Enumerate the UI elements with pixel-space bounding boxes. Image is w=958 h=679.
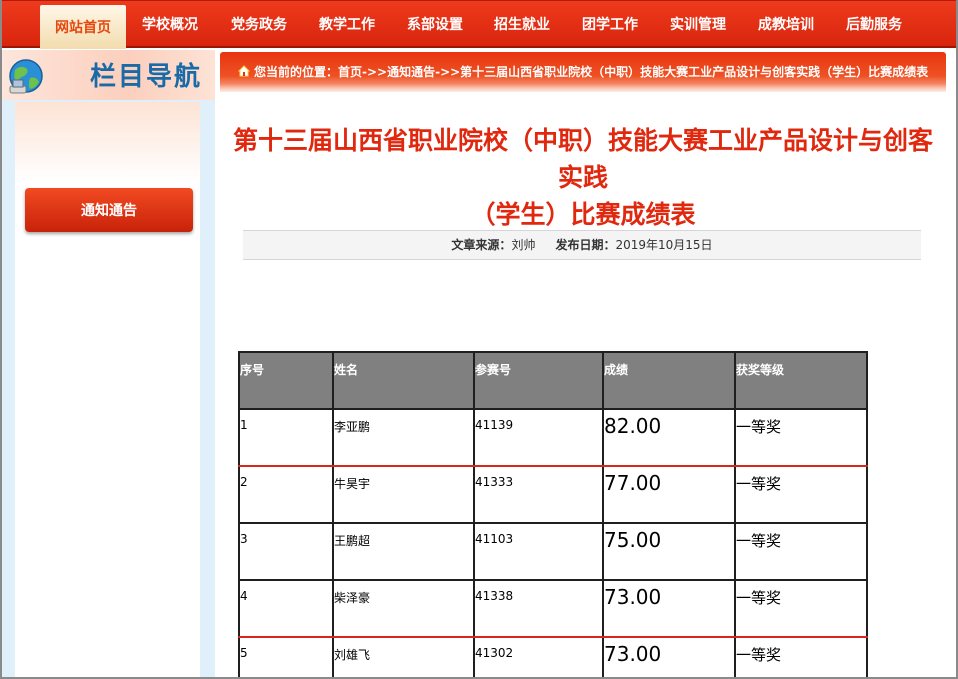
breadcrumb: 您当前的位置：首页->>通知通告->>第十三届山西省职业院校（中职）技能大赛工业… <box>220 52 946 92</box>
cell-score: 73.00 <box>602 579 736 638</box>
article-meta: 文章来源：刘帅 发布日期：2019年10月15日 <box>243 230 921 260</box>
nav-home-tab[interactable]: 网站首页 <box>40 5 126 49</box>
table-header-row: 序号 姓名 参赛号 成绩 获奖等级 <box>238 351 868 410</box>
nav-item-teaching[interactable]: 教学工作 <box>319 1 375 49</box>
page-title-line-1: 第十三届山西省职业院校（中职）技能大赛工业产品设计与创客实践 <box>232 126 933 192</box>
nav-item-party-affairs[interactable]: 党务政务 <box>231 1 287 49</box>
cell-name: 柴泽豪 <box>332 579 475 638</box>
nav-item-student-work[interactable]: 团学工作 <box>582 1 638 49</box>
source-label: 文章来源： <box>451 238 512 252</box>
cell-serial: 4 <box>238 579 334 638</box>
cell-serial: 1 <box>238 408 334 467</box>
cell-award: 一等奖 <box>734 636 868 679</box>
sidebar-header: 栏目导航 <box>0 50 215 100</box>
nav-item-school-overview[interactable]: 学校概况 <box>142 1 198 49</box>
cell-entry-number: 41333 <box>473 465 604 524</box>
sidebar: 栏目导航 通知通告 <box>0 50 215 679</box>
header-score: 成绩 <box>602 351 736 410</box>
cell-award: 一等奖 <box>734 522 868 581</box>
cell-entry-number: 41103 <box>473 522 604 581</box>
table-row: 3 王鹏超 41103 75.00 一等奖 <box>238 522 868 581</box>
cell-award: 一等奖 <box>734 579 868 638</box>
cell-award: 一等奖 <box>734 465 868 524</box>
header-name: 姓名 <box>332 351 475 410</box>
breadcrumb-text[interactable]: 您当前的位置：首页->>通知通告->>第十三届山西省职业院校（中职）技能大赛工业… <box>254 52 928 92</box>
house-icon <box>238 65 250 77</box>
nav-item-logistics[interactable]: 后勤服务 <box>846 1 902 49</box>
sidebar-title: 栏目导航 <box>90 62 203 92</box>
nav-item-training[interactable]: 实训管理 <box>670 1 726 49</box>
window-frame-left <box>0 0 2 679</box>
page-title: 第十三届山西省职业院校（中职）技能大赛工业产品设计与创客实践 （学生）比赛成绩表 <box>232 122 934 233</box>
page-title-line-2: （学生）比赛成绩表 <box>470 200 696 229</box>
cell-serial: 3 <box>238 522 334 581</box>
table-row: 1 李亚鹏 41139 82.00 一等奖 <box>238 408 868 467</box>
sidebar-item-notices[interactable]: 通知通告 <box>25 188 193 232</box>
date-label: 发布日期： <box>555 238 616 252</box>
globe-icon <box>9 59 43 94</box>
article-date: 2019年10月15日 <box>615 238 713 252</box>
cell-serial: 2 <box>238 465 334 524</box>
article-source: 刘帅 <box>511 238 536 252</box>
cell-name: 刘雄飞 <box>332 636 475 679</box>
table-row: 2 牛昊宇 41333 77.00 一等奖 <box>238 465 868 524</box>
cell-name: 王鹏超 <box>332 522 475 581</box>
nav-item-adult-education[interactable]: 成教培训 <box>758 1 814 49</box>
cell-score: 73.00 <box>602 636 736 679</box>
nav-item-admissions[interactable]: 招生就业 <box>494 1 550 49</box>
cell-name: 牛昊宇 <box>332 465 475 524</box>
table-row: 5 刘雄飞 41302 73.00 一等奖 <box>238 636 868 679</box>
sidebar-panel: 通知通告 <box>15 102 200 679</box>
cell-entry-number: 41338 <box>473 579 604 638</box>
table-row: 4 柴泽豪 41338 73.00 一等奖 <box>238 579 868 638</box>
cell-entry-number: 41302 <box>473 636 604 679</box>
cell-award: 一等奖 <box>734 408 868 467</box>
cell-entry-number: 41139 <box>473 408 604 467</box>
cell-score: 77.00 <box>602 465 736 524</box>
nav-item-departments[interactable]: 系部设置 <box>407 1 463 49</box>
sidebar-panel-gradient <box>15 102 200 182</box>
header-serial: 序号 <box>238 351 334 410</box>
cell-name: 李亚鹏 <box>332 408 475 467</box>
header-award: 获奖等级 <box>734 351 868 410</box>
top-navigation: 网站首页 学校概况 党务政务 教学工作 系部设置 招生就业 团学工作 实训管理 … <box>0 0 958 49</box>
results-table: 序号 姓名 参赛号 成绩 获奖等级 1 李亚鹏 41139 82.00 一等奖 … <box>238 351 868 679</box>
cell-score: 82.00 <box>602 408 736 467</box>
cell-serial: 5 <box>238 636 334 679</box>
cell-score: 75.00 <box>602 522 736 581</box>
header-entry-number: 参赛号 <box>473 351 604 410</box>
